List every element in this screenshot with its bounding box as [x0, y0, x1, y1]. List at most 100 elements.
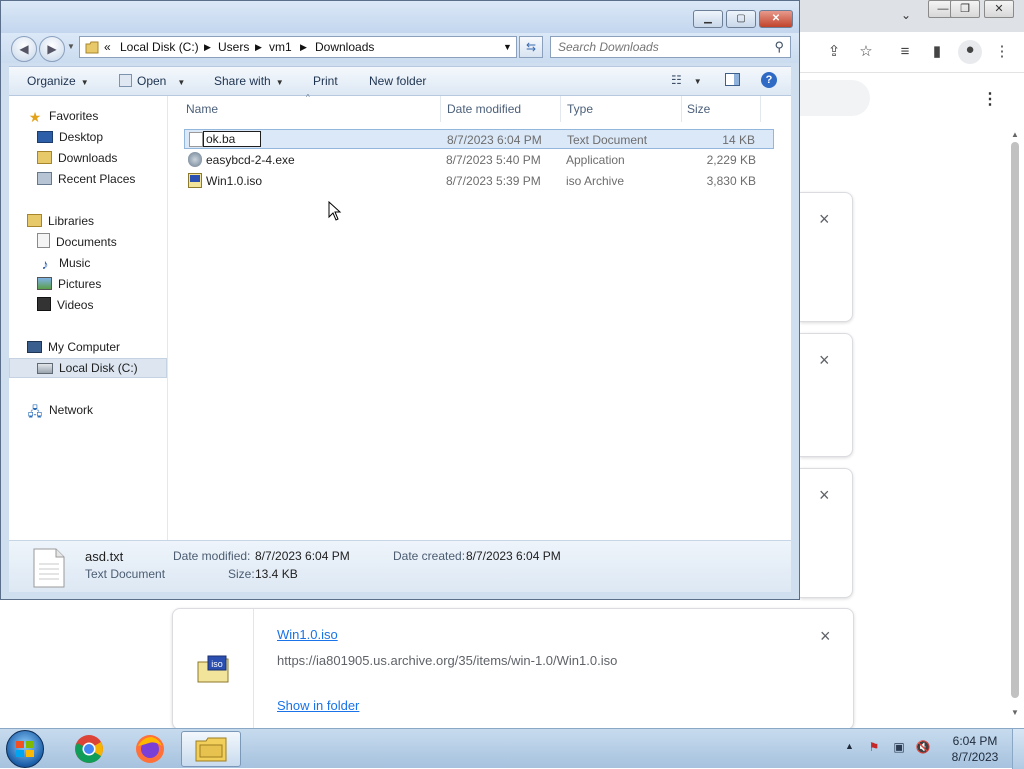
address-dropdown-icon[interactable]: ▼	[503, 42, 512, 52]
mouse-cursor-icon	[328, 201, 342, 221]
nav-desktop[interactable]: Desktop	[37, 127, 103, 147]
share-icon[interactable]: ⇪	[824, 42, 844, 62]
forward-arrow-icon: ▶	[47, 42, 57, 56]
text-document-large-icon	[33, 548, 65, 588]
explorer-window: ▁ ▢ ✕ ◀ ▶ ▼ « Local Disk (C:) ▶ Users ▶ …	[0, 0, 800, 600]
nav-favorites[interactable]: ★ Favorites	[27, 106, 99, 126]
downloads-search-bar[interactable]	[800, 80, 870, 116]
chrome-tab-search-button[interactable]: ⌄	[896, 8, 916, 24]
clock-date: 8/7/2023	[951, 750, 999, 764]
download-card-win1: iso Win1.0.iso https://ia801905.us.archi…	[172, 608, 854, 730]
taskbar-chrome[interactable]	[59, 731, 119, 767]
start-button[interactable]	[6, 730, 44, 768]
close-icon[interactable]: ×	[819, 351, 830, 369]
print-button[interactable]: Print	[313, 74, 338, 88]
file-row[interactable]: Win1.0.iso 8/7/2023 5:39 PM iso Archive …	[184, 171, 774, 191]
search-input[interactable]	[551, 37, 768, 57]
share-with-label: Share with	[214, 74, 271, 88]
column-divider[interactable]	[560, 96, 561, 122]
column-header-type[interactable]: Type	[567, 102, 593, 116]
volume-muted-icon[interactable]: 🔇	[914, 739, 932, 755]
reading-list-icon[interactable]: ≡	[895, 42, 915, 62]
show-in-folder-link[interactable]: Show in folder	[277, 698, 359, 713]
chrome-menu-icon[interactable]: ⋮	[992, 42, 1012, 62]
file-size: 2,229 KB	[706, 153, 756, 167]
breadcrumb-separator-icon[interactable]: ▶	[255, 42, 262, 53]
address-bar[interactable]: « Local Disk (C:) ▶ Users ▶ vm1 ▶ Downlo…	[79, 36, 517, 58]
column-divider[interactable]	[760, 96, 761, 122]
file-row[interactable]: ok.ba 8/7/2023 6:04 PM Text Document 14 …	[184, 129, 774, 149]
file-type: iso Archive	[566, 174, 625, 188]
nav-local-disk[interactable]: Local Disk (C:)	[37, 358, 138, 378]
column-header-date-modified[interactable]: Date modified	[447, 102, 521, 116]
taskbar-firefox[interactable]	[120, 731, 180, 767]
nav-recent-places[interactable]: Recent Places	[37, 169, 135, 189]
breadcrumb-local-disk[interactable]: Local Disk (C:)	[120, 40, 199, 54]
breadcrumb-downloads[interactable]: Downloads	[315, 40, 374, 54]
organize-menu[interactable]: Organize ▼	[27, 74, 89, 88]
column-header-size[interactable]: Size	[687, 102, 710, 116]
chrome-scrollbar[interactable]: ▲ ▼	[1008, 128, 1022, 717]
maximize-button[interactable]: ▢	[726, 10, 756, 28]
nav-my-computer[interactable]: My Computer	[27, 337, 120, 357]
column-header-name[interactable]: Name	[186, 102, 218, 116]
taskbar: ▲ ⚑ ▣ 🔇 6:04 PM 8/7/2023	[0, 728, 1024, 769]
downloads-folder-icon	[37, 151, 52, 164]
forward-button[interactable]: ▶	[39, 36, 65, 62]
profile-avatar-icon[interactable]: ●	[958, 40, 982, 64]
share-with-menu[interactable]: Share with ▼	[214, 74, 284, 88]
side-panel-icon[interactable]: ▮	[927, 42, 947, 62]
nav-network[interactable]: 🖧 Network	[27, 400, 93, 420]
change-view-button[interactable]: ☷ ▼	[671, 73, 702, 87]
close-button[interactable]: ✕	[759, 10, 793, 28]
iso-badge-icon	[190, 175, 200, 182]
breadcrumb-users[interactable]: Users	[218, 40, 249, 54]
rename-input[interactable]: ok.ba	[203, 131, 261, 147]
scrollbar-thumb[interactable]	[1011, 142, 1019, 698]
taskbar-clock[interactable]: 6:04 PM 8/7/2023	[940, 733, 1010, 765]
breadcrumb-separator-icon[interactable]: ▶	[204, 42, 211, 53]
chrome-close-button[interactable]: ✕	[984, 0, 1014, 18]
close-icon[interactable]: ×	[819, 486, 830, 504]
close-icon[interactable]: ×	[820, 626, 831, 647]
back-button[interactable]: ◀	[11, 36, 37, 62]
preview-pane-icon	[725, 73, 740, 86]
network-status-icon[interactable]: ▣	[890, 739, 908, 755]
search-icon[interactable]: ⚲	[774, 39, 784, 55]
chevron-down-icon: ▼	[693, 77, 702, 86]
scroll-up-arrow-icon[interactable]: ▲	[1011, 130, 1019, 139]
bookmark-star-icon[interactable]: ☆	[856, 42, 876, 62]
nav-pictures[interactable]: Pictures	[37, 274, 101, 294]
nav-music[interactable]: ♪ Music	[37, 253, 91, 273]
refresh-button[interactable]: ⇆	[519, 36, 543, 58]
help-button[interactable]: ?	[761, 72, 777, 88]
download-file-link[interactable]: Win1.0.iso	[277, 627, 338, 642]
downloads-more-actions-icon[interactable]: ⋮	[980, 89, 1000, 109]
minimize-button[interactable]: ▁	[693, 10, 723, 28]
search-box[interactable]: ⚲	[550, 36, 791, 58]
new-folder-button[interactable]: New folder	[369, 74, 426, 88]
column-divider[interactable]	[681, 96, 682, 122]
recent-pages-dropdown-icon[interactable]: ▼	[67, 42, 75, 51]
close-icon[interactable]: ×	[819, 210, 830, 228]
chrome-restore-button[interactable]: ❐	[950, 0, 980, 18]
nav-libraries[interactable]: Libraries	[27, 211, 94, 231]
breadcrumb-separator-icon[interactable]: ▶	[300, 42, 307, 53]
action-center-flag-icon[interactable]: ⚑	[866, 739, 882, 755]
column-divider[interactable]	[440, 96, 441, 122]
file-row[interactable]: easybcd-2-4.exe 8/7/2023 5:40 PM Applica…	[184, 150, 774, 170]
details-date-modified: 8/7/2023 6:04 PM	[255, 549, 350, 563]
show-hidden-icons-button[interactable]: ▲	[845, 741, 854, 751]
show-desktop-button[interactable]	[1012, 729, 1024, 769]
explorer-titlebar[interactable]: ▁ ▢ ✕	[1, 1, 799, 33]
breadcrumb-overflow[interactable]: «	[104, 40, 111, 54]
preview-pane-button[interactable]	[725, 73, 740, 89]
scroll-down-arrow-icon[interactable]: ▼	[1011, 708, 1019, 717]
nav-documents[interactable]: Documents	[37, 232, 117, 252]
videos-icon	[37, 297, 51, 311]
breadcrumb-vm1[interactable]: vm1	[269, 40, 292, 54]
open-button[interactable]: Open ▼	[119, 74, 185, 88]
nav-downloads[interactable]: Downloads	[37, 148, 117, 168]
nav-videos[interactable]: Videos	[37, 295, 93, 315]
taskbar-explorer[interactable]	[181, 731, 241, 767]
